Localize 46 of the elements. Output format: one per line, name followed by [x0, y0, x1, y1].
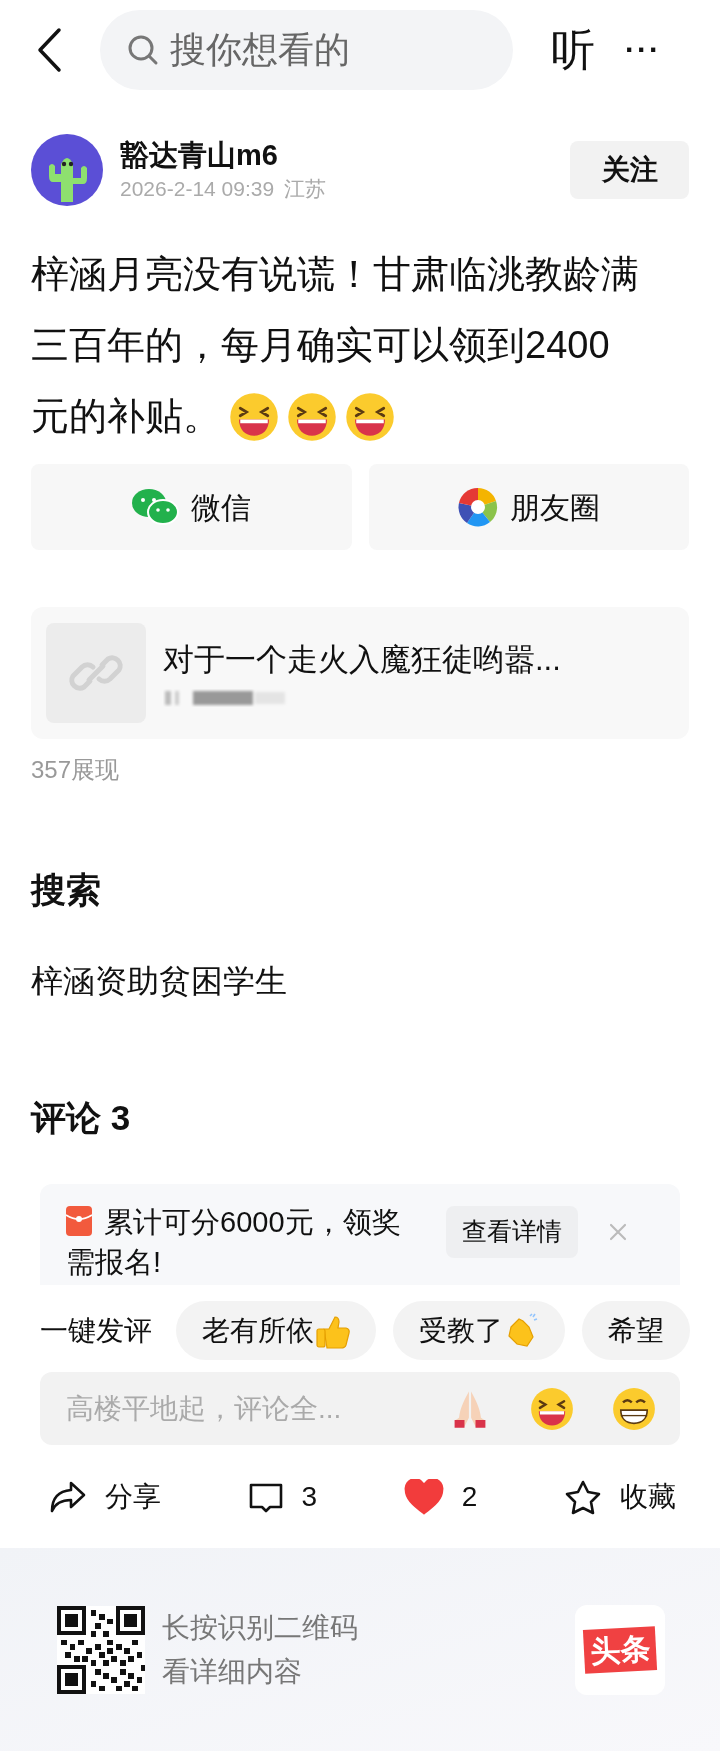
laughing-emoji-icon [345, 391, 395, 442]
laughing-emoji-icon [229, 391, 279, 442]
reward-text: 累计可分6000元，领奖需报名! [66, 1205, 402, 1280]
search-suggestion[interactable]: 梓涵资助贫困学生 [31, 959, 287, 1003]
share-action[interactable]: 分享 [49, 1475, 161, 1518]
back-icon[interactable] [36, 27, 62, 73]
footer-text: 长按识别二维码 [162, 1610, 358, 1645]
section-heading: 搜索 [31, 869, 101, 911]
logo-text: 头条 [582, 1625, 658, 1674]
details-button[interactable]: 查看详情 [446, 1206, 578, 1258]
aperture-icon [457, 487, 498, 527]
favorite-action[interactable]: 收藏 [564, 1475, 676, 1518]
chat-bubbles-icon [131, 487, 180, 527]
laughing-emoji-icon [287, 391, 337, 442]
more-button[interactable]: ··· [625, 35, 661, 65]
share-arrow-icon [49, 1479, 87, 1514]
avatar[interactable] [31, 134, 103, 206]
link-thumbnail-icon [46, 623, 146, 723]
share-wechat-button[interactable]: 微信 [31, 464, 352, 550]
post-text-line: 三百年的，每月确实可以领到2400 [31, 323, 610, 368]
quick-reply-chip[interactable]: 希望 [582, 1301, 690, 1360]
quick-reply-chip[interactable]: 受教了 [393, 1301, 565, 1360]
view-count: 357展现 [31, 755, 120, 785]
post-time: 2026-2-14 09:39 [120, 176, 275, 202]
link-card[interactable]: 对于一个走火入魔狂徒哟嚣... [31, 607, 689, 739]
quick-reply-chip[interactable]: 老有所依 [176, 1301, 376, 1360]
listen-button[interactable]: 听 [551, 28, 595, 72]
post-text-line: 梓涵月亮没有说谎！甘肃临洮教龄满 [31, 252, 639, 297]
quick-comment-label: 一键发评 [40, 1313, 152, 1348]
envelope-icon [66, 1206, 92, 1236]
comment-placeholder: 高楼平地起，评论全... [66, 1391, 342, 1426]
link-title: 对于一个走火入魔狂徒哟嚣... [163, 641, 561, 679]
like-action[interactable]: 2 [403, 1475, 478, 1518]
author-name[interactable]: 豁达青山m6 [120, 136, 327, 174]
post-text-line: 元的补贴。 [31, 394, 221, 439]
search-icon [126, 33, 160, 67]
comments-heading: 评论 3 [31, 1097, 131, 1139]
post-location: 江苏 [284, 176, 327, 202]
search-placeholder: 搜你想看的 [170, 28, 350, 72]
share-moments-button[interactable]: 朋友圈 [368, 464, 689, 550]
search-field[interactable]: 搜你想看的 [100, 10, 513, 90]
follow-button[interactable]: 关注 [570, 141, 689, 199]
footer-text: 看详细内容 [162, 1654, 303, 1689]
grinning-emoji-icon[interactable] [612, 1386, 656, 1431]
comment-action[interactable]: 3 [247, 1475, 318, 1518]
laughing-emoji-icon[interactable] [530, 1386, 574, 1431]
